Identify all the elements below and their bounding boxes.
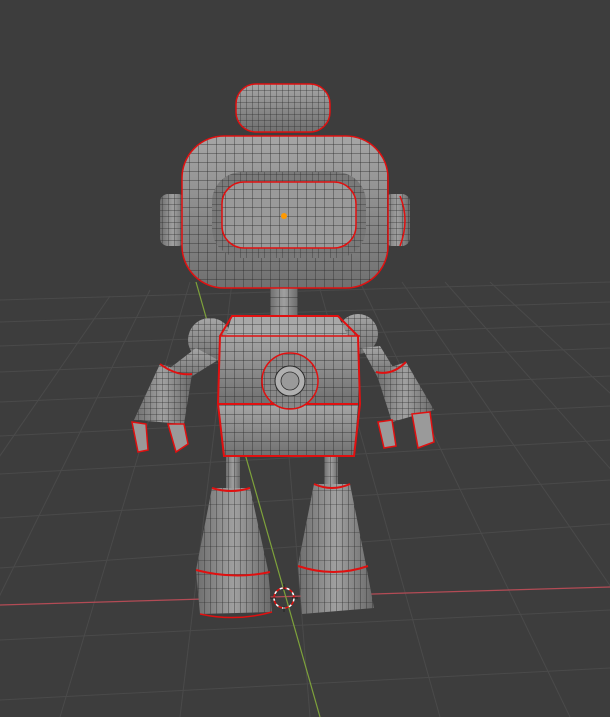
left-arm[interactable]	[131, 318, 232, 454]
object-origin	[281, 213, 287, 219]
3d-viewport[interactable]	[0, 0, 610, 717]
torso[interactable]	[216, 315, 362, 457]
face-screen[interactable]	[212, 172, 366, 258]
viewport-canvas[interactable]	[0, 0, 610, 717]
chest-button[interactable]	[261, 352, 319, 410]
left-leg[interactable]	[195, 452, 273, 619]
right-leg[interactable]	[297, 452, 374, 614]
antenna-block[interactable]	[235, 83, 331, 133]
head[interactable]	[181, 135, 389, 289]
3d-cursor-icon[interactable]	[270, 584, 298, 612]
neck[interactable]	[270, 284, 298, 318]
